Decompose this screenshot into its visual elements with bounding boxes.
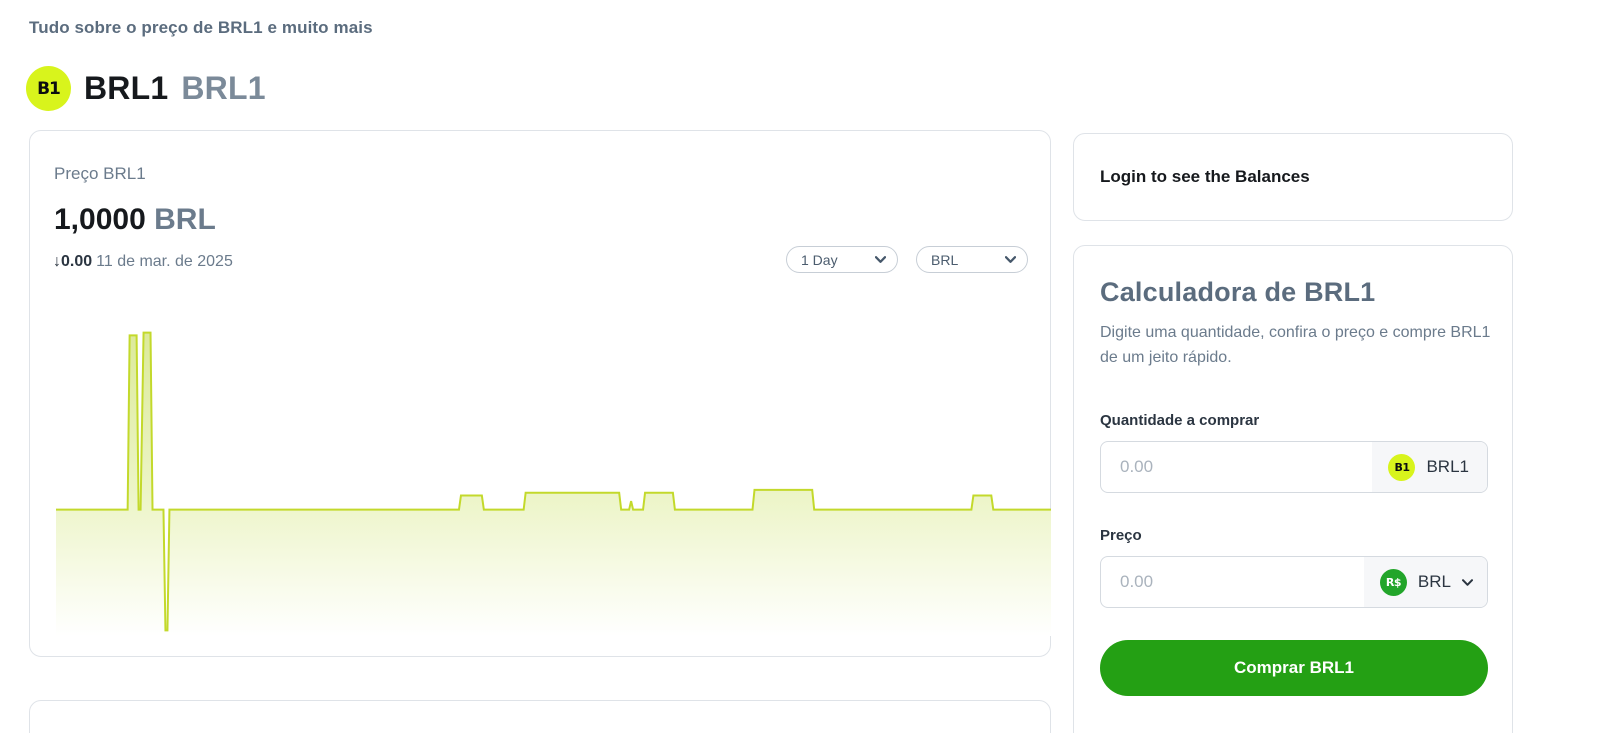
- currency-selector-label: BRL: [931, 251, 959, 268]
- chevron-down-icon: [875, 256, 886, 263]
- price-label: Preço BRL1: [54, 164, 146, 183]
- range-selector-label: 1 Day: [801, 251, 838, 268]
- price-field-group: R$ BRL: [1100, 556, 1488, 608]
- secondary-card: [29, 700, 1051, 733]
- price-chart-card: Preço BRL1 1,0000 BRL ↓0.00 11 de mar. de…: [29, 130, 1051, 657]
- currency-selector[interactable]: BRL: [916, 246, 1028, 273]
- calculator-title: Calculadora de BRL1: [1100, 277, 1376, 307]
- price-field-label: Preço: [1100, 527, 1142, 544]
- page-root: Tudo sobre o preço de BRL1 e muito mais …: [0, 0, 1605, 733]
- chevron-down-icon: [1462, 578, 1473, 586]
- price-currency-selector[interactable]: R$ BRL: [1363, 557, 1487, 607]
- quantity-currency-label: BRL1: [1426, 457, 1469, 476]
- quantity-field-group: B1 BRL1: [1100, 441, 1488, 493]
- login-balances-message: Login to see the Balances: [1100, 167, 1310, 186]
- arrow-down-icon: ↓: [53, 253, 61, 270]
- quantity-input[interactable]: [1101, 442, 1373, 492]
- quantity-currency-box: B1 BRL1: [1372, 442, 1487, 492]
- range-selector[interactable]: 1 Day: [786, 246, 898, 273]
- brl1-coin-icon: B1: [26, 66, 71, 111]
- price-currency: BRL: [154, 203, 216, 236]
- title-main: BRL1: [84, 70, 169, 106]
- price-currency-label: BRL: [1417, 572, 1451, 591]
- price-change-value: 0.00: [61, 253, 93, 270]
- quantity-label: Quantidade a comprar: [1100, 412, 1260, 429]
- balance-card: Login to see the Balances: [1073, 133, 1513, 221]
- chevron-down-icon: [1005, 256, 1016, 263]
- buy-brl1-button[interactable]: Comprar BRL1: [1100, 640, 1488, 696]
- price-chart[interactable]: [56, 315, 1051, 636]
- brl1-coin-icon: B1: [1388, 453, 1416, 481]
- price-value: 1,0000 BRL: [54, 203, 216, 237]
- price-change-row: ↓0.00 11 de mar. de 2025: [53, 253, 233, 271]
- chart-controls: 1 Day BRL: [786, 246, 1028, 273]
- price-amount: 1,0000: [54, 203, 146, 236]
- page-title: B1 BRL1 BRL1: [26, 66, 266, 111]
- title-ticker: BRL1: [181, 70, 266, 106]
- price-input[interactable]: [1101, 557, 1364, 607]
- price-chart-svg: [56, 331, 1051, 636]
- brl-coin-icon: R$: [1379, 568, 1407, 596]
- price-date: 11 de mar. de 2025: [96, 253, 233, 270]
- calculator-card: Calculadora de BRL1 Digite uma quantidad…: [1073, 245, 1513, 733]
- calculator-description: Digite uma quantidade, confira o preço e…: [1100, 324, 1491, 366]
- page-subtitle: Tudo sobre o preço de BRL1 e muito mais: [29, 18, 373, 37]
